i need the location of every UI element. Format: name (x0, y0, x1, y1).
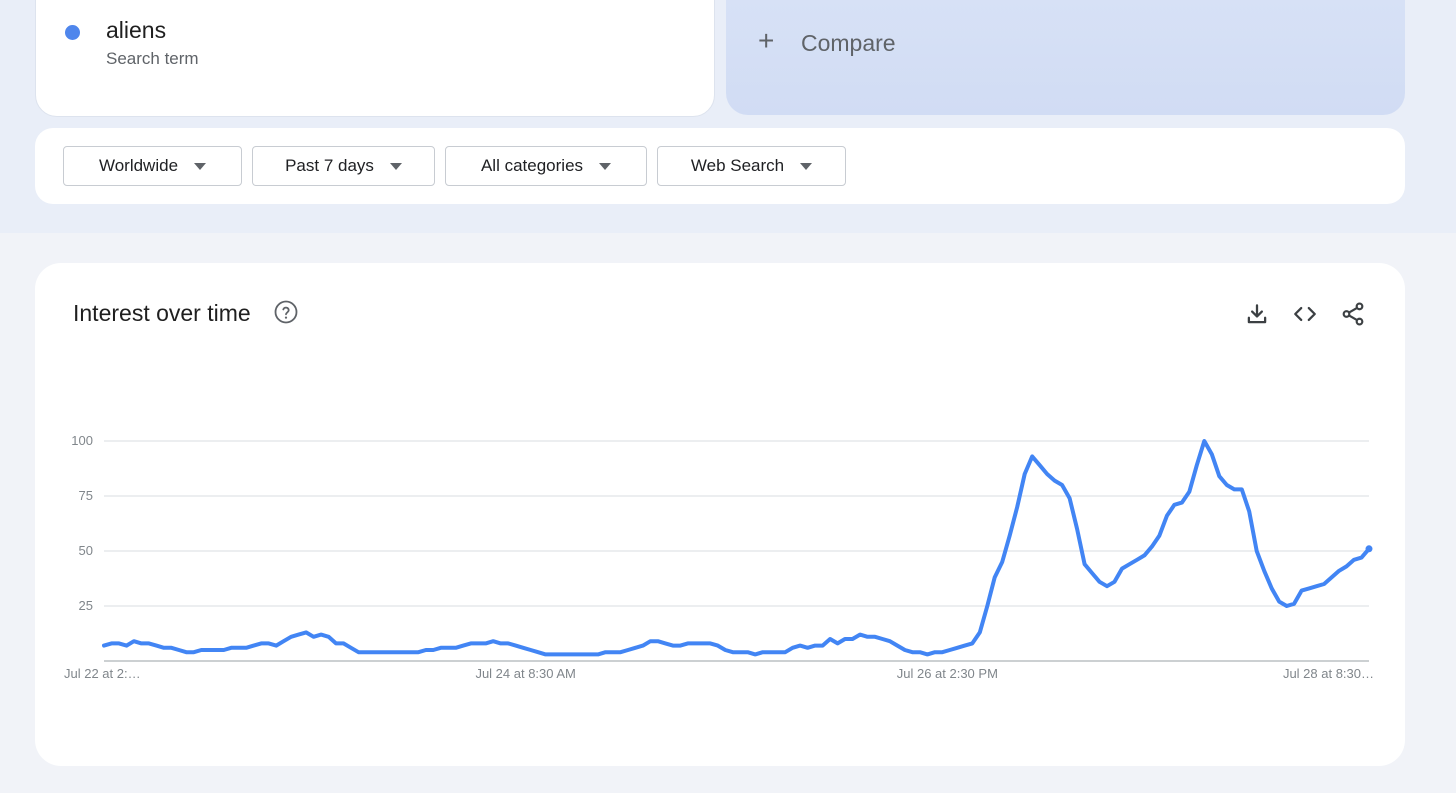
category-filter[interactable]: All categories (445, 146, 647, 186)
compare-button[interactable]: + Compare (726, 0, 1405, 115)
help-circle-icon[interactable] (274, 300, 298, 324)
caret-down-icon (389, 162, 402, 170)
search-term-type: Search term (106, 49, 199, 68)
interest-over-time-card: Interest over time 25 50 75 100 Jul 22 at 2… (35, 263, 1405, 766)
region-filter-label: Worldwide (98, 156, 179, 175)
series-line-aliens (102, 439, 1371, 657)
line-chart: 25 50 75 100 Jul 22 at 2:… Jul 24 at 8:30 AM… (64, 433, 1374, 681)
plus-icon: + (758, 25, 775, 56)
y-tick-label: 100 (71, 433, 93, 448)
category-filter-label: All categories (480, 156, 584, 175)
search-type-filter[interactable]: Web Search (657, 146, 846, 186)
series-end-point (1365, 545, 1373, 553)
x-tick-label: Jul 28 at 8:30… (1283, 666, 1374, 681)
share-icon[interactable] (1340, 301, 1366, 327)
caret-down-icon (194, 162, 207, 170)
y-tick-label: 50 (79, 543, 93, 558)
time-range-filter[interactable]: Past 7 days (252, 146, 435, 186)
search-term-name: aliens (106, 17, 167, 43)
search-term-card[interactable]: aliens Search term (35, 0, 715, 117)
caret-down-icon (800, 162, 813, 170)
chart-title: Interest over time (73, 300, 251, 326)
series-color-dot (65, 25, 80, 40)
caret-down-icon (599, 162, 612, 170)
region-filter[interactable]: Worldwide (63, 146, 242, 186)
y-tick-label: 75 (79, 488, 93, 503)
search-type-filter-label: Web Search (690, 156, 785, 175)
time-range-filter-label: Past 7 days (285, 156, 374, 175)
x-tick-label: Jul 26 at 2:30 PM (897, 666, 998, 681)
embed-code-icon[interactable] (1292, 301, 1318, 327)
compare-label: Compare (801, 30, 896, 56)
download-icon[interactable] (1244, 301, 1270, 327)
y-tick-label: 25 (79, 598, 93, 613)
x-tick-label: Jul 22 at 2:… (64, 666, 141, 681)
filter-bar: Worldwide Past 7 days All categories Web… (35, 128, 1405, 204)
x-tick-label: Jul 24 at 8:30 AM (475, 666, 575, 681)
